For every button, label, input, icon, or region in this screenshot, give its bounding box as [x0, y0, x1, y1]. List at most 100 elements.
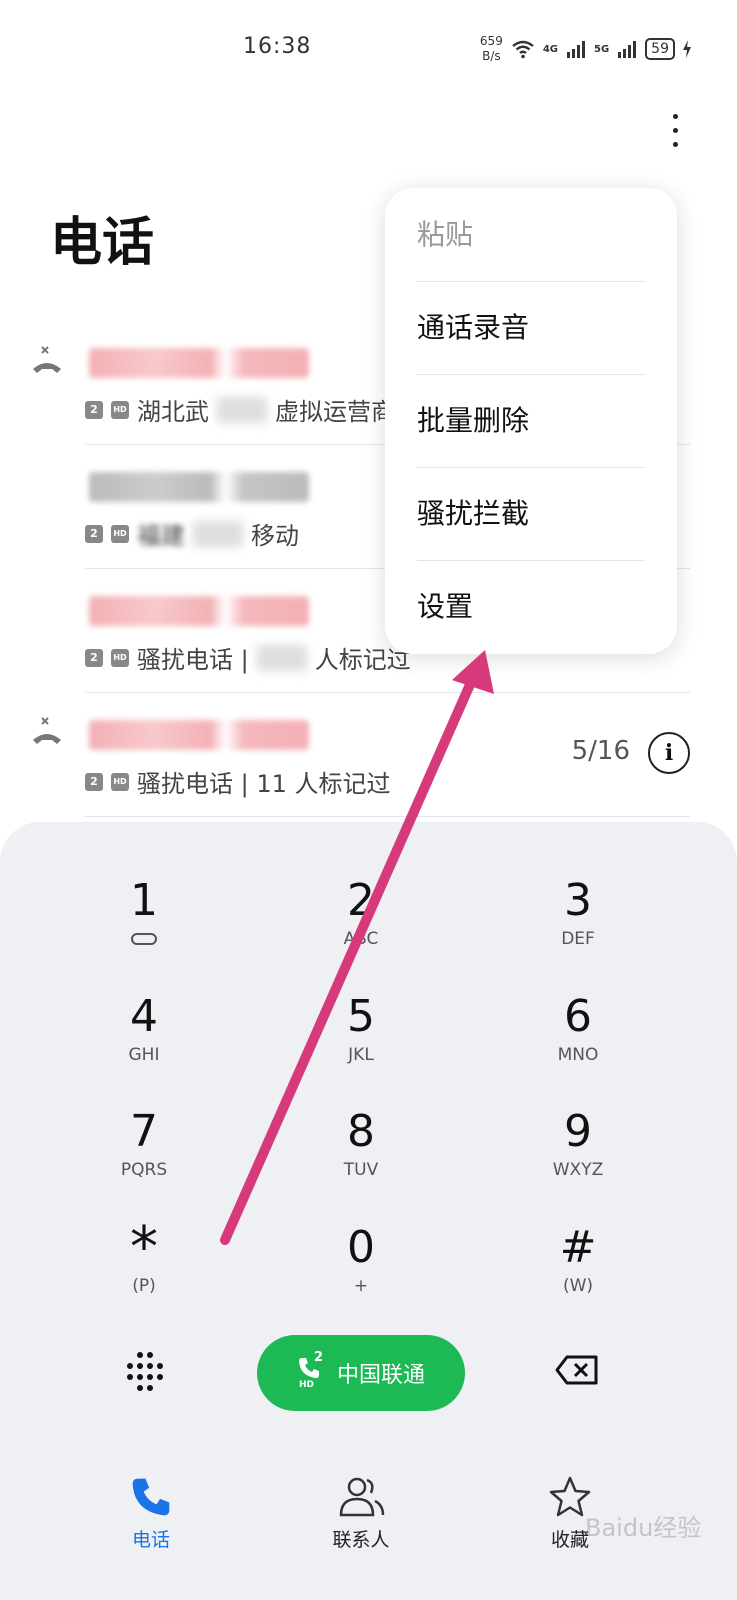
key-digit: 5 [347, 991, 375, 1042]
tab-contacts[interactable]: 联系人 [301, 1475, 421, 1552]
key-9[interactable]: 9 WXYZ [518, 1106, 638, 1206]
call-date: 5/16 [571, 736, 630, 766]
key-letters: TUV [343, 1160, 379, 1180]
signal-bars-icon [618, 41, 637, 58]
redacted-text [256, 644, 307, 671]
phone-icon [132, 1478, 170, 1516]
phone-sim-icon: 2 HD [297, 1350, 327, 1390]
net-speed-unit: B/s [482, 49, 501, 63]
wifi-icon [512, 40, 534, 59]
sim-badge: 2 [85, 524, 103, 543]
key-digit: 2 [347, 875, 375, 926]
key-digit: 1 [130, 875, 158, 926]
key-digit: 3 [564, 875, 592, 926]
menu-item-harassment-block[interactable]: 骚扰拦截 [417, 467, 645, 561]
signal-5g-label: 5G [594, 43, 610, 55]
status-time: 16:38 [243, 34, 312, 59]
call-button[interactable]: 2 HD 中国联通 [257, 1335, 465, 1411]
tab-favorites-label: 收藏 [550, 1529, 589, 1551]
call-location: 骚扰电话 | 11 人标记过 [137, 770, 391, 798]
tab-contacts-label: 联系人 [332, 1529, 390, 1551]
sim-badge: 2 [85, 772, 103, 791]
call-carrier: 虚拟运营商 [275, 398, 395, 426]
key-0[interactable]: 0 + [301, 1222, 421, 1322]
call-details: 2 HD 骚扰电话 | 人标记过 [85, 640, 411, 675]
call-details: 2 HD 湖北武 虚拟运营商 [85, 392, 395, 427]
key-star[interactable]: * (P) [84, 1215, 204, 1322]
contact-name-redacted [89, 472, 309, 502]
key-digit: 0 [347, 1222, 375, 1273]
key-7[interactable]: 7 PQRS [84, 1106, 204, 1206]
key-3[interactable]: 3 DEF [518, 875, 638, 975]
key-letters: + [353, 1276, 369, 1296]
call-location: 福建 [137, 522, 185, 550]
voicemail-icon [131, 933, 157, 945]
more-options-button[interactable] [660, 100, 690, 160]
key-hash[interactable]: # (W) [518, 1222, 638, 1322]
call-details: 2 HD 骚扰电话 | 11 人标记过 [85, 764, 391, 799]
watermark: Baidu经验 [585, 1514, 702, 1542]
key-4[interactable]: 4 GHI [84, 991, 204, 1091]
key-8[interactable]: 8 TUV [301, 1106, 421, 1206]
key-digit: 7 [130, 1106, 158, 1157]
battery-indicator: 59 [645, 38, 675, 60]
net-speed-value: 659 [479, 34, 503, 48]
tab-phone[interactable]: 电话 [91, 1475, 211, 1552]
key-6[interactable]: 6 MNO [518, 991, 638, 1091]
status-icons: 659 B/s 4G 5G 59 [480, 34, 691, 64]
key-digit: # [559, 1222, 597, 1273]
call-location: 湖北武 [137, 398, 209, 426]
contact-name-redacted [89, 596, 309, 626]
signal-4g-label: 4G [542, 43, 558, 55]
tab-phone-label: 电话 [131, 1529, 170, 1551]
contact-name-redacted [89, 720, 309, 750]
key-digit: 4 [130, 991, 158, 1042]
hd-badge: HD [111, 772, 129, 791]
key-1[interactable]: 1 [84, 875, 204, 975]
hd-badge: HD [111, 524, 129, 543]
call-location: 骚扰电话 | [137, 646, 249, 674]
key-letters: DEF [561, 929, 595, 949]
call-sim-number: 2 [313, 1350, 324, 1365]
sim-badge: 2 [85, 648, 103, 667]
signal-bars-icon [567, 41, 585, 58]
key-letters: ABC [343, 929, 379, 949]
net-speed: 659 B/s [480, 34, 503, 64]
menu-item-call-recording[interactable]: 通话录音 [417, 281, 645, 375]
key-letters: PQRS [120, 1160, 168, 1180]
hd-badge: HD [111, 400, 129, 419]
key-digit: 8 [347, 1106, 375, 1157]
call-carrier: 移动 [251, 522, 299, 550]
key-letters: (P) [132, 1276, 156, 1296]
sim-badge: 2 [85, 400, 103, 419]
menu-item-settings[interactable]: 设置 [417, 560, 645, 653]
info-button[interactable]: i [648, 732, 690, 774]
backspace-button[interactable] [555, 1355, 599, 1385]
call-details: 2 HD 福建 移动 [85, 516, 299, 551]
backspace-icon [555, 1355, 598, 1385]
redacted-text [217, 396, 267, 423]
call-hd-label: HD [298, 1380, 314, 1390]
menu-item-paste[interactable]: 粘贴 [417, 188, 645, 282]
contacts-icon [339, 1477, 385, 1517]
call-log-item[interactable]: 2 HD 骚扰电话 | 11 人标记过 5/16 i [85, 692, 690, 817]
key-letters: (W) [562, 1276, 594, 1296]
key-2[interactable]: 2 ABC [301, 875, 421, 975]
hd-badge: HD [111, 648, 129, 667]
missed-call-icon [30, 716, 64, 750]
key-letters: MNO [557, 1045, 599, 1065]
key-digit: 9 [564, 1106, 592, 1157]
key-digit: 6 [564, 991, 592, 1042]
page-title: 电话 [50, 213, 155, 273]
overflow-menu: 粘贴 通话录音 批量删除 骚扰拦截 设置 [385, 188, 677, 654]
call-button-label: 中国联通 [336, 1363, 425, 1388]
key-letters: WXYZ [552, 1160, 604, 1180]
menu-item-batch-delete[interactable]: 批量删除 [417, 374, 645, 468]
key-letters: GHI [128, 1045, 160, 1065]
keypad-toggle-button[interactable] [125, 1352, 165, 1392]
contact-name-redacted [89, 348, 309, 378]
key-digit: * [130, 1215, 158, 1280]
charging-icon [683, 40, 691, 58]
missed-call-icon [30, 345, 64, 379]
key-5[interactable]: 5 JKL [301, 991, 421, 1091]
